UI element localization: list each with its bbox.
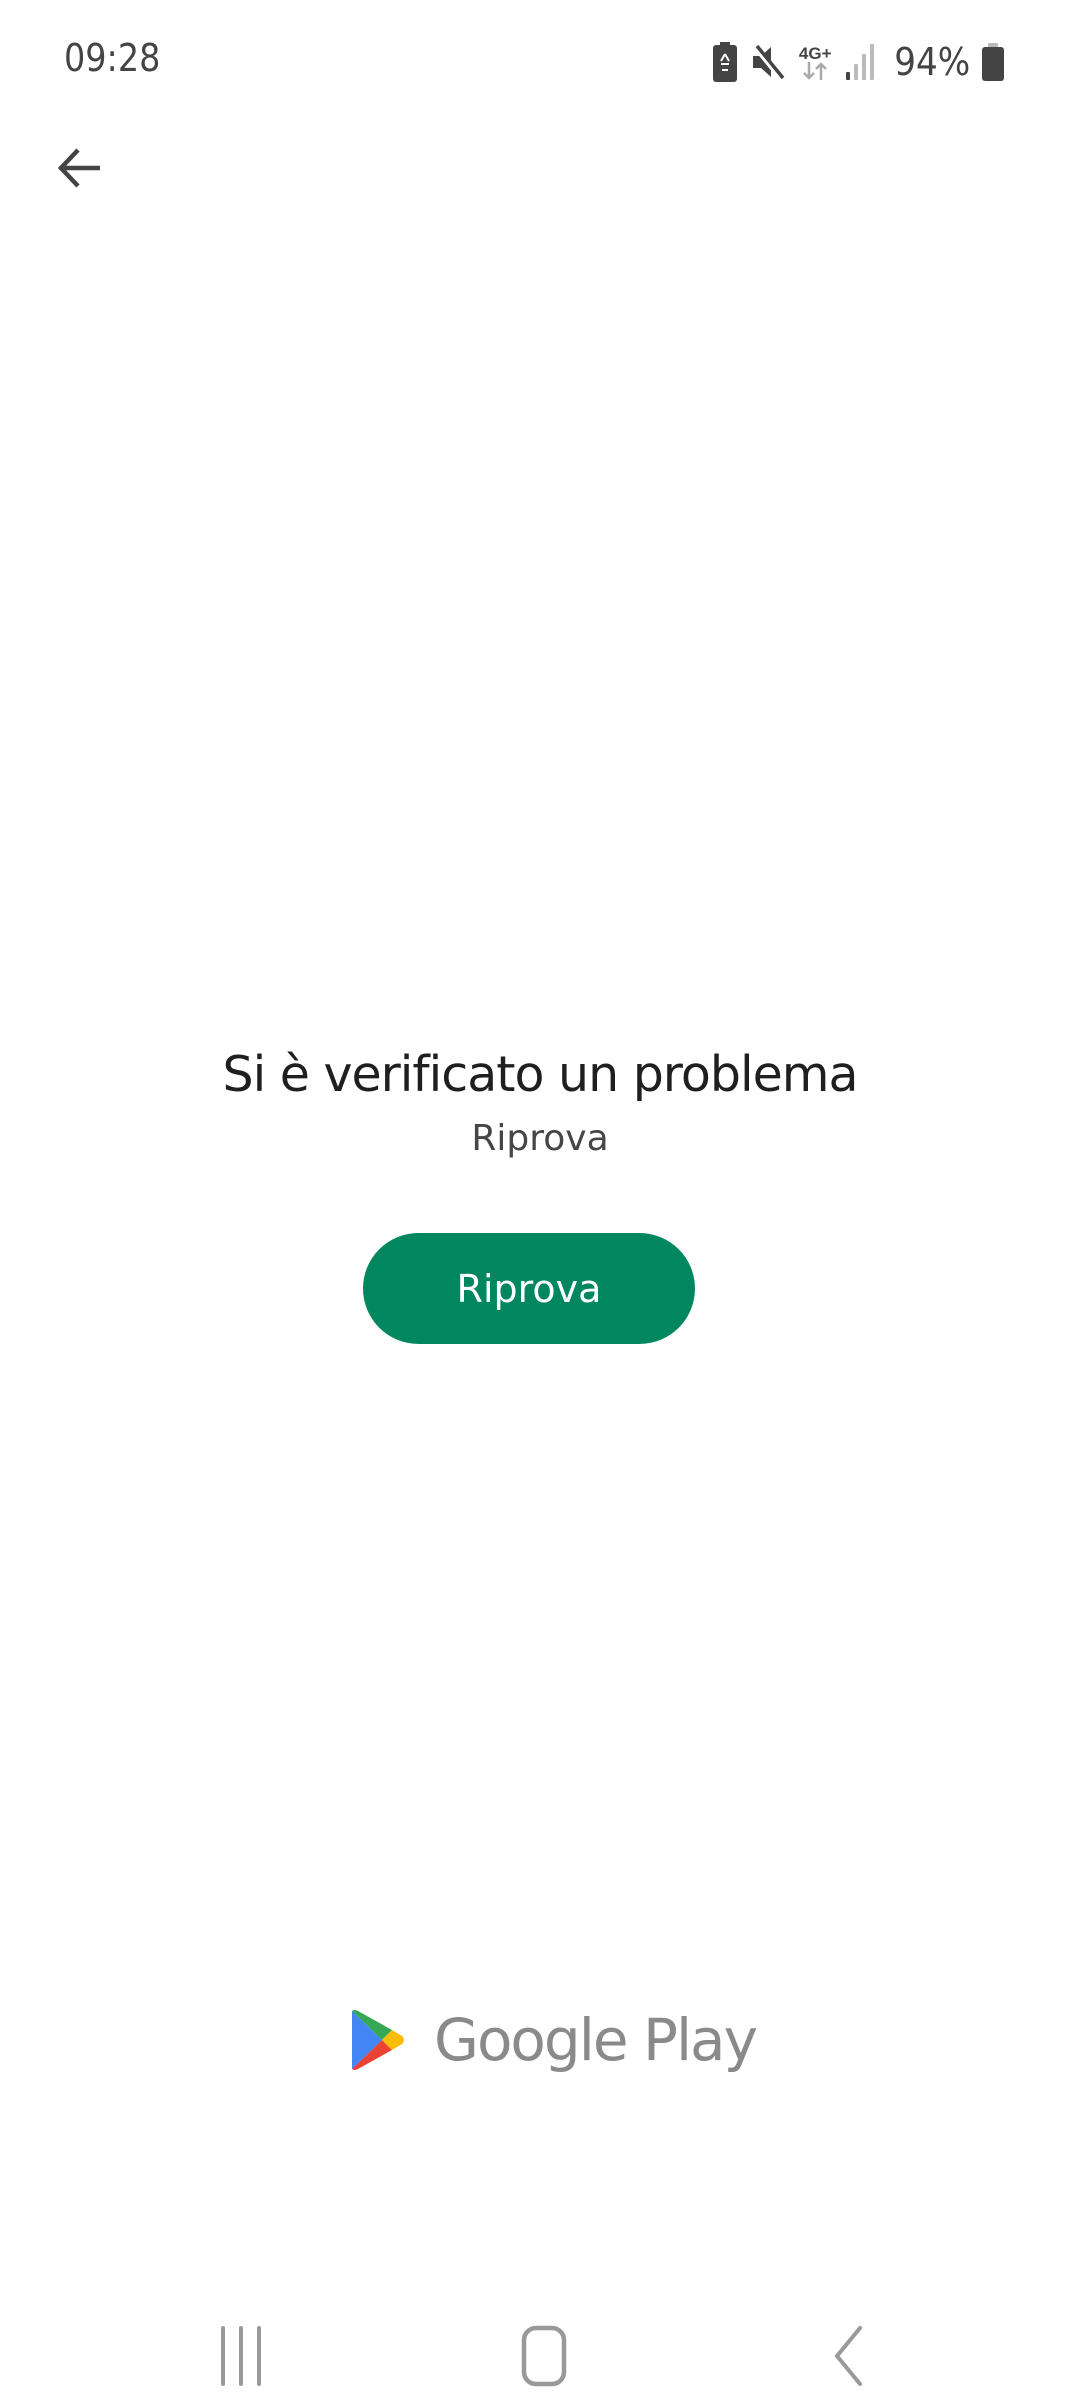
back-icon	[834, 2326, 862, 2386]
google-play-branding: Google Play	[350, 2000, 758, 2080]
recents-button[interactable]	[201, 2316, 281, 2396]
error-message: Si è verificato un problema Riprova	[0, 1040, 1080, 1164]
system-back-button[interactable]	[808, 2316, 888, 2396]
network-4g-plus-icon: 4G+	[799, 45, 832, 80]
error-title: Si è verificato un problema	[222, 1046, 859, 1103]
status-bar: 09:28 4G+ 94%	[0, 0, 1080, 120]
battery-saver-icon	[712, 42, 737, 82]
status-icons: 4G+ 94%	[712, 40, 1004, 84]
back-button[interactable]	[48, 136, 112, 200]
mute-icon	[751, 44, 785, 80]
navigation-bar	[0, 2280, 1080, 2400]
google-play-logo-icon	[352, 2010, 404, 2070]
brand-name: Google Play	[434, 2006, 758, 2074]
battery-percent: 94%	[893, 40, 970, 84]
home-button[interactable]	[504, 2316, 584, 2396]
status-time: 09:28	[64, 36, 161, 80]
recents-icon	[221, 2326, 261, 2386]
arrow-back-icon	[57, 148, 100, 188]
home-icon	[521, 2325, 567, 2387]
retry-button[interactable]: Riprova	[363, 1233, 695, 1344]
error-subtitle: Riprova	[471, 1118, 609, 1159]
battery-icon	[982, 43, 1004, 81]
signal-icon	[845, 44, 876, 80]
